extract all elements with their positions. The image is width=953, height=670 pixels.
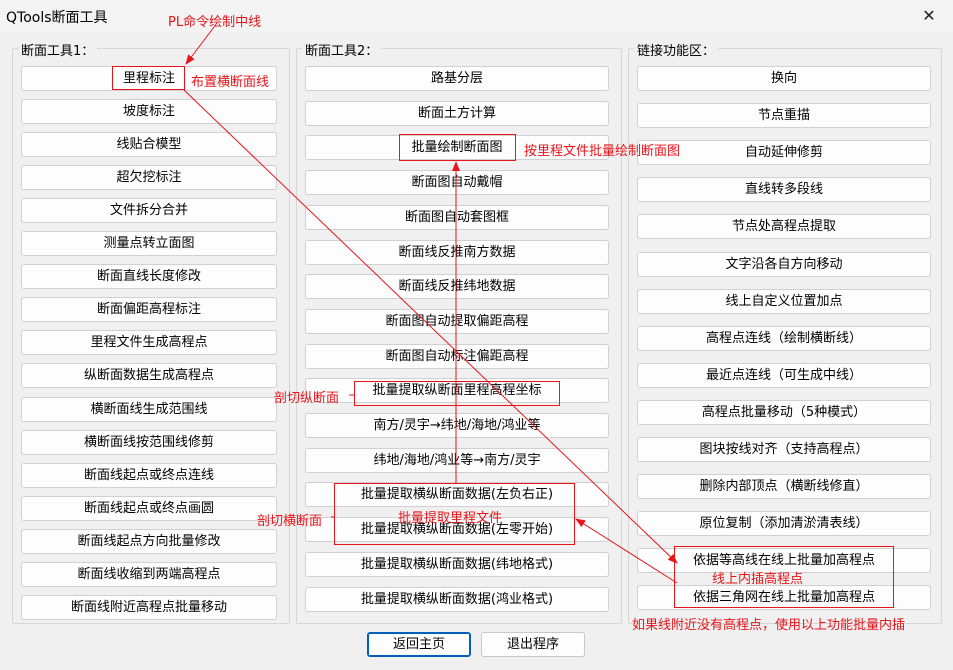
anno-cut-cross: 剖切横断面 <box>257 514 323 529</box>
anno-pl-centerline: PL命令绘制中线 <box>168 15 262 30</box>
annotation-arrows <box>183 26 678 584</box>
anno-batch-by-mileage: 按里程文件批量绘制断面图 <box>524 144 681 159</box>
anno-cut-longitudinal: 剖切纵断面 <box>274 391 340 406</box>
anno-extract-mileage-file: 批量提取里程文件 <box>398 511 503 526</box>
anno-interp-on-line: 线上内插高程点 <box>712 572 804 587</box>
anno-place-cross-lines: 布置横断面线 <box>191 75 270 90</box>
anno-no-points-hint: 如果线附近没有高程点，使用以上功能批量内插 <box>632 618 906 633</box>
